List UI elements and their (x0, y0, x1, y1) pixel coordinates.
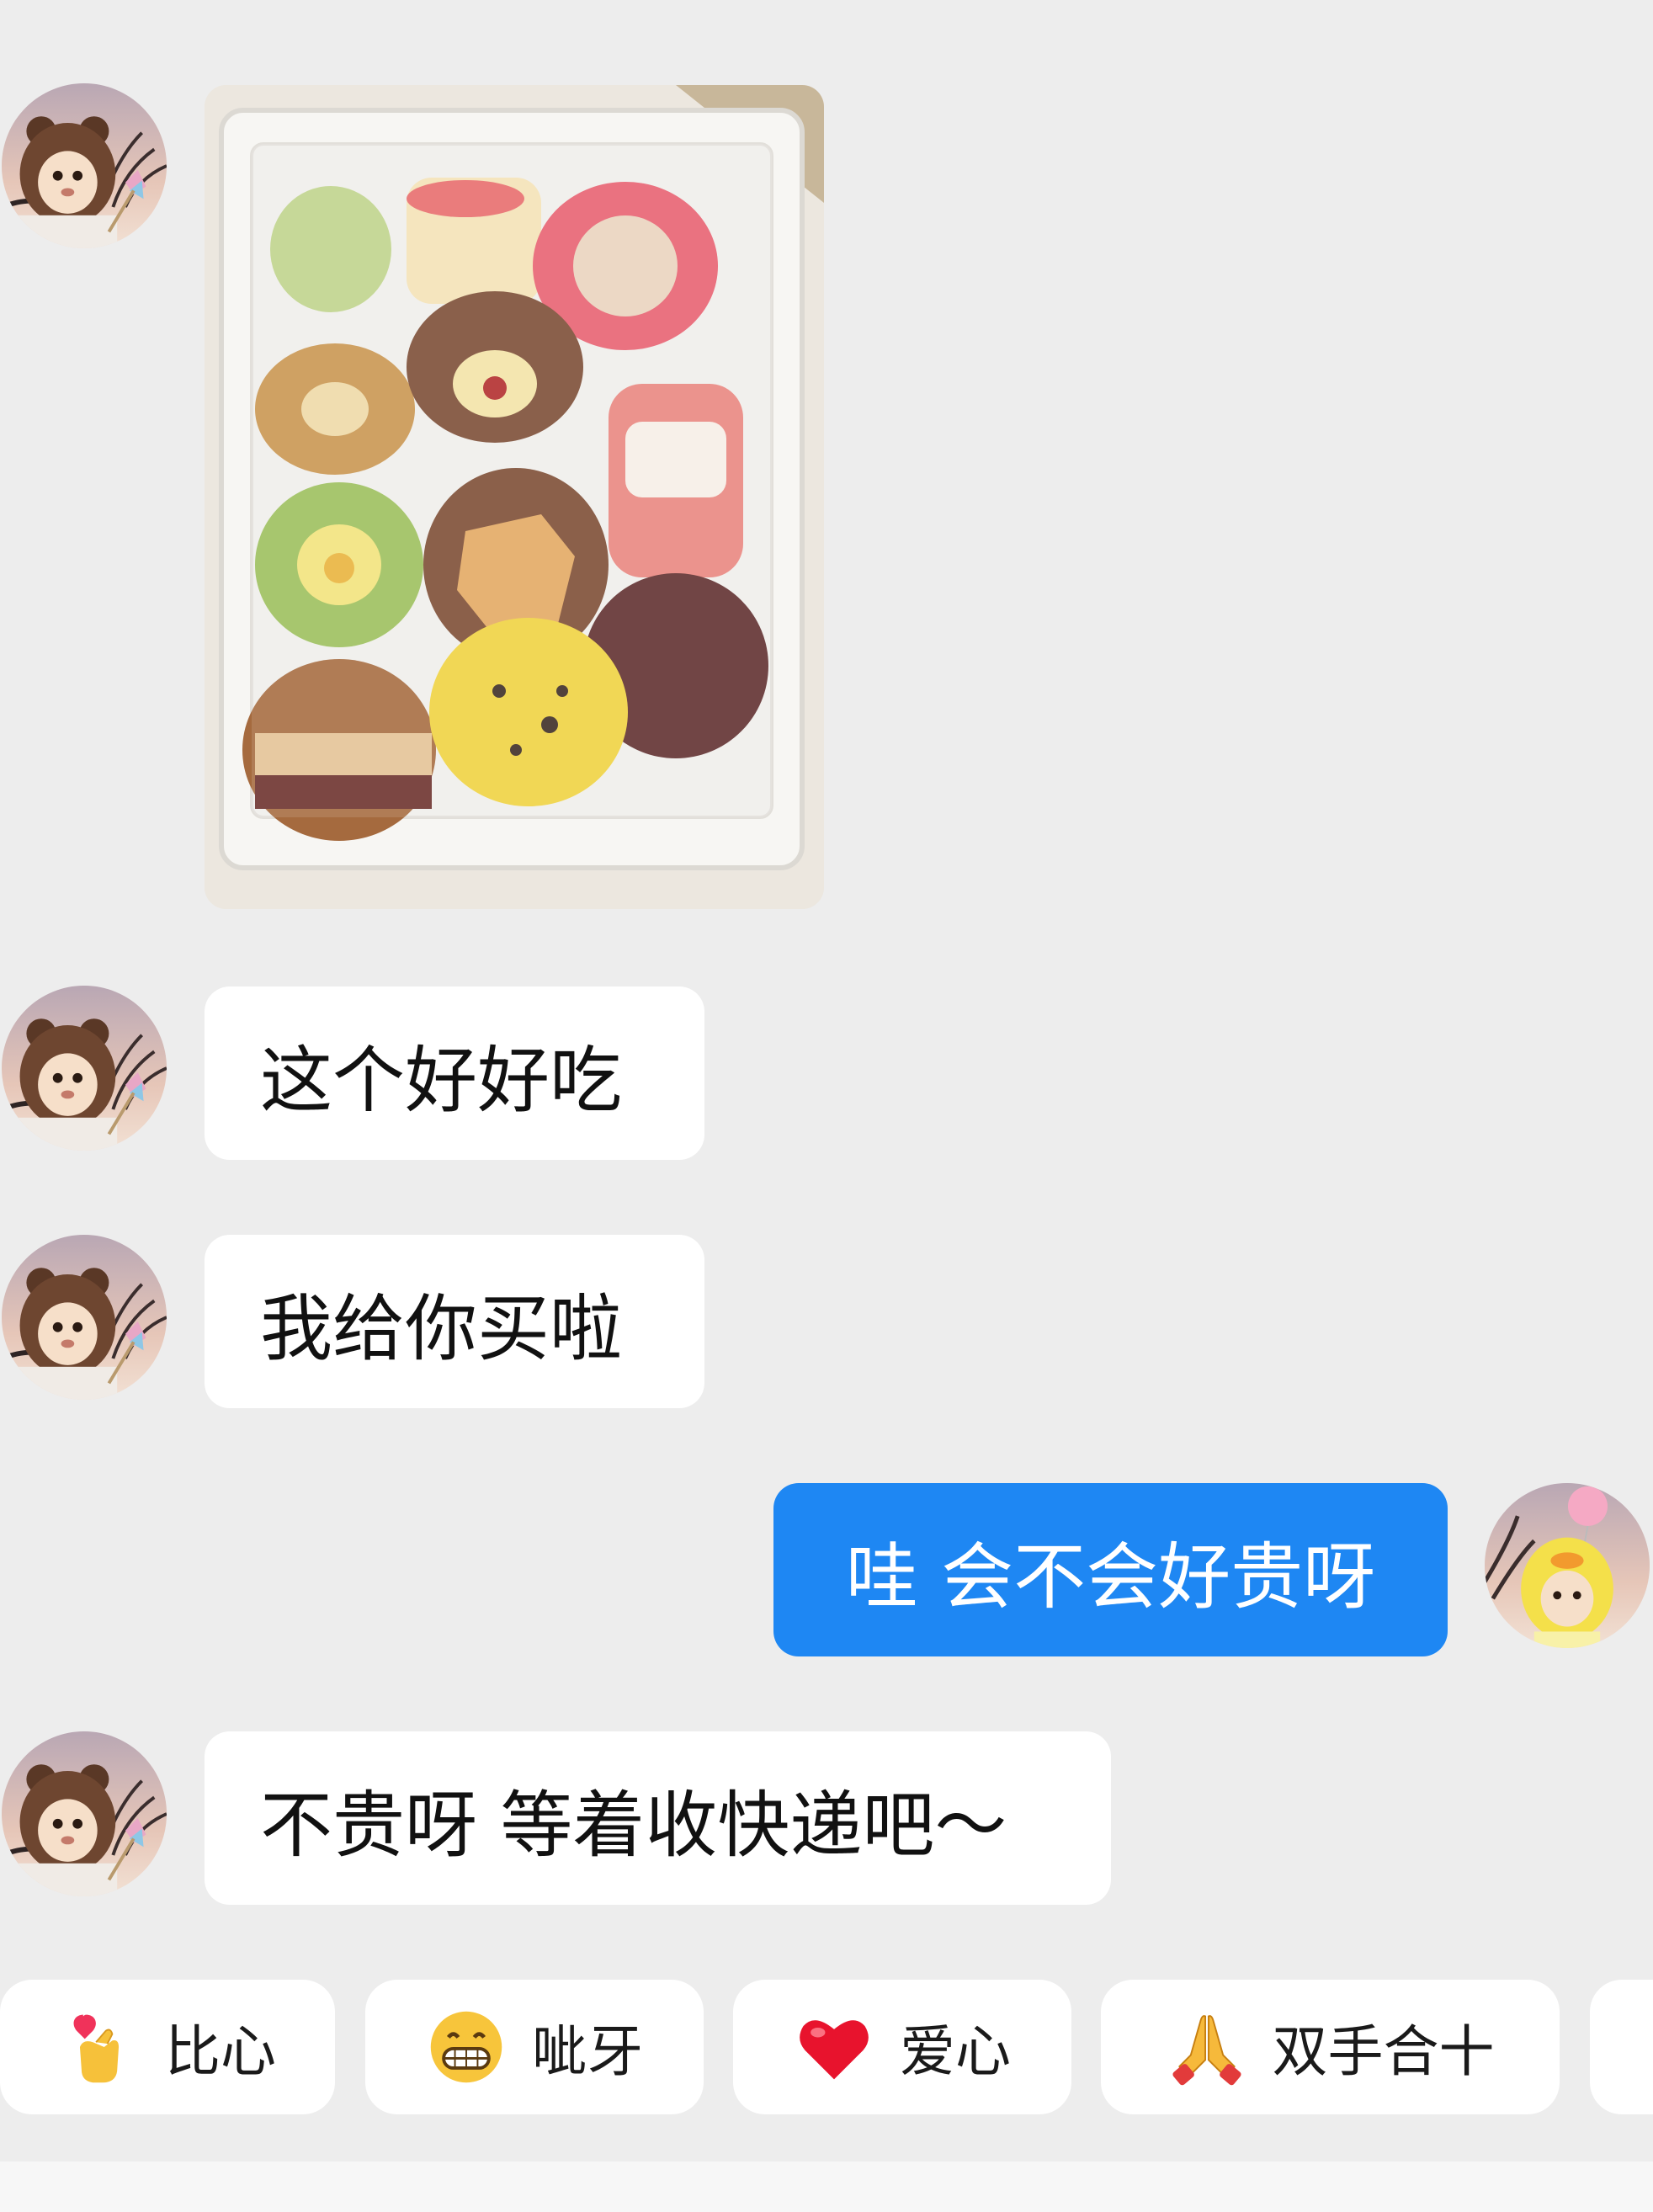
friend-avatar[interactable] (2, 1731, 167, 1896)
message-bubble-incoming[interactable]: 我给你买啦 (205, 1235, 704, 1408)
friend-avatar[interactable] (2, 83, 167, 248)
reaction-finger-heart[interactable]: 比心 (0, 1980, 335, 2114)
message-bubble-incoming[interactable]: 这个好好吃 (205, 986, 704, 1160)
reaction-label: 爱心 (900, 2019, 1011, 2084)
reaction-label: 比心 (165, 2019, 276, 2084)
input-bar-edge (0, 2161, 1653, 2212)
message-text: 不贵呀 等着收快递吧～ (260, 1783, 1007, 1868)
chat-image-pastries[interactable] (205, 85, 824, 909)
pastries-photo (205, 85, 824, 909)
bear-avatar-icon (2, 1731, 167, 1896)
reaction-folded-hands[interactable]: 双手合十 (1101, 1980, 1560, 2114)
reaction-grin[interactable]: 呲牙 (365, 1980, 704, 2114)
friend-avatar[interactable] (2, 986, 167, 1151)
message-bubble-outgoing[interactable]: 哇 会不会好贵呀 (773, 1483, 1448, 1656)
reaction-more-partial[interactable] (1590, 1980, 1653, 2114)
reaction-heart[interactable]: 爱心 (733, 1980, 1071, 2114)
quick-reaction-bar: 比心 呲牙 爱心 双手合十 (0, 1980, 1653, 2114)
bear-avatar-icon (2, 83, 167, 248)
my-avatar[interactable] (1485, 1483, 1650, 1648)
message-bubble-incoming[interactable]: 不贵呀 等着收快递吧～ (205, 1731, 1111, 1905)
bear-avatar-icon (2, 986, 167, 1151)
reaction-label: 双手合十 (1272, 2019, 1495, 2084)
finger-heart-icon (73, 2014, 120, 2083)
message-text: 这个好好吃 (260, 1038, 622, 1123)
heart-icon (800, 2020, 869, 2080)
duck-avatar-icon (1485, 1483, 1650, 1648)
message-text: 我给你买啦 (260, 1286, 622, 1371)
friend-avatar[interactable] (2, 1235, 167, 1400)
bear-avatar-icon (2, 1235, 167, 1400)
message-text: 哇 会不会好贵呀 (845, 1534, 1376, 1619)
folded-hands-icon (1172, 2015, 1241, 2086)
reaction-label: 呲牙 (532, 2019, 643, 2084)
grin-icon (430, 2011, 502, 2083)
